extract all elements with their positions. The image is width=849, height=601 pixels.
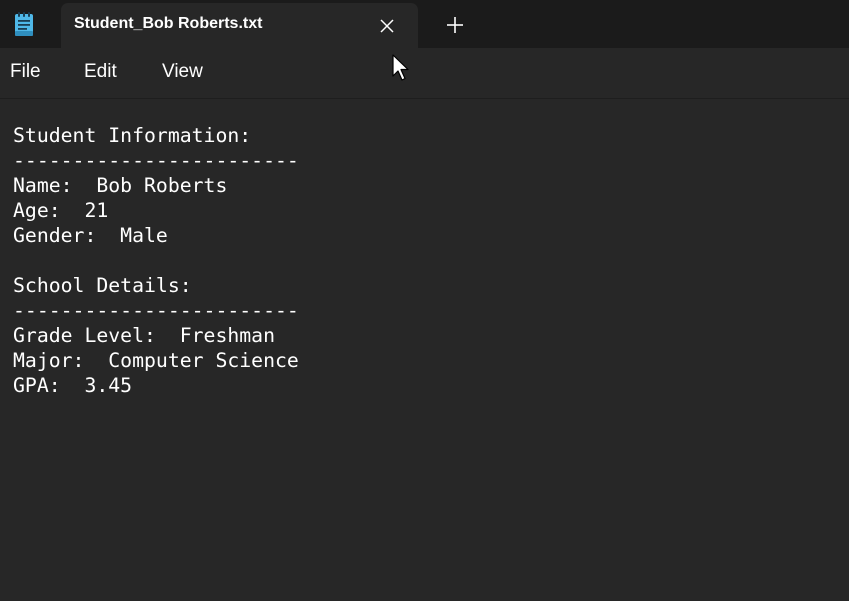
menu-edit[interactable]: Edit	[84, 61, 117, 83]
document-line: Major: Computer Science	[13, 349, 299, 372]
text-editor[interactable]: Student Information: -------------------…	[0, 99, 849, 601]
document-line: ------------------------	[13, 149, 299, 172]
document-line: Grade Level: Freshman	[13, 324, 276, 347]
document-line: ------------------------	[13, 299, 299, 322]
document-line: Age: 21	[13, 199, 109, 222]
document-line: Name: Bob Roberts	[13, 174, 228, 197]
document-line: School Details:	[13, 274, 192, 297]
plus-icon[interactable]	[444, 14, 466, 36]
document-line: Student Information:	[13, 124, 252, 147]
document-line: GPA: 3.45	[13, 374, 133, 397]
document-text[interactable]: Student Information: -------------------…	[13, 123, 299, 398]
mouse-pointer-icon	[392, 54, 412, 82]
notepad-icon	[13, 11, 35, 37]
menu-file[interactable]: File	[10, 61, 41, 83]
tab-title: Student_Bob Roberts.txt	[74, 15, 263, 32]
close-icon[interactable]	[377, 16, 397, 36]
document-line: Gender: Male	[13, 224, 168, 247]
menu-view[interactable]: View	[162, 61, 203, 83]
tab-document[interactable]: Student_Bob Roberts.txt	[61, 3, 418, 48]
menu-bar: File Edit View	[0, 48, 849, 99]
title-bar: Student_Bob Roberts.txt	[0, 0, 849, 48]
